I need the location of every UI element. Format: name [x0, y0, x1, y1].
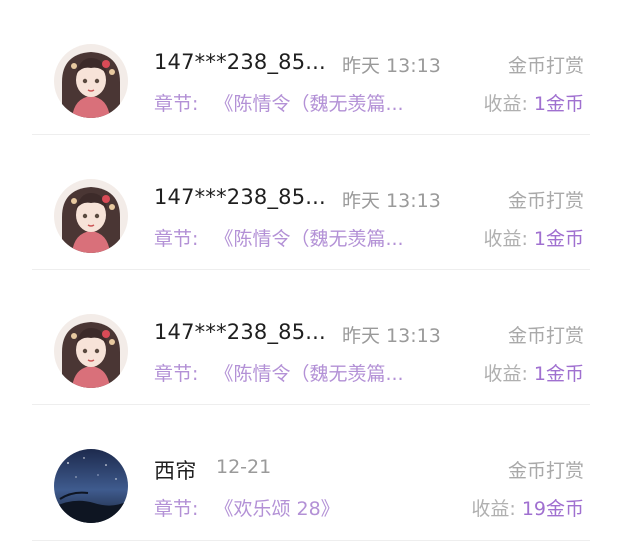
income-label: 收益: [471, 498, 516, 520]
tip-time: 12-21 [216, 456, 272, 478]
tip-record-item[interactable]: 147***238_85... 昨天 13:13 金币打赏 章节: 《陈情令（魏… [0, 0, 640, 135]
income-info: 收益: 19金币 [471, 494, 584, 521]
chapter-title-link[interactable]: 《欢乐颂 28》 [214, 498, 339, 520]
chapter-info[interactable]: 章节: 《陈情令（魏无羡篇... [154, 224, 404, 251]
tip-type-label: 金币打赏 [507, 460, 584, 482]
anime-girl-avatar-icon [54, 314, 128, 388]
tip-time: 昨天 13:13 [342, 325, 441, 347]
tip-record-item[interactable]: 147***238_85... 昨天 13:13 金币打赏 章节: 《陈情令（魏… [0, 270, 640, 405]
tip-time: 昨天 13:13 [342, 190, 441, 212]
anime-girl-avatar-icon [54, 44, 128, 118]
income-info: 收益: 1金币 [483, 89, 584, 116]
income-info: 收益: 1金币 [483, 359, 584, 386]
username: 147***238_85... [154, 185, 326, 209]
chapter-title-link[interactable]: 《陈情令（魏无羡篇... [214, 363, 403, 385]
income-value: 19金币 [521, 498, 584, 520]
user-avatar[interactable] [54, 449, 128, 523]
income-label: 收益: [483, 363, 528, 385]
chapter-label: 章节: [154, 498, 199, 520]
chapter-info[interactable]: 章节: 《陈情令（魏无羡篇... [154, 89, 404, 116]
chapter-label: 章节: [154, 363, 199, 385]
user-avatar[interactable] [54, 314, 128, 388]
chapter-title-link[interactable]: 《陈情令（魏无羡篇... [214, 93, 403, 115]
tip-time: 昨天 13:13 [342, 55, 441, 77]
tip-record-item[interactable]: 147***238_85... 昨天 13:13 金币打赏 章节: 《陈情令（魏… [0, 135, 640, 270]
tip-type-label: 金币打赏 [507, 325, 584, 347]
chapter-info[interactable]: 章节: 《欢乐颂 28》 [154, 494, 340, 521]
user-avatar[interactable] [54, 179, 128, 253]
tip-type-label: 金币打赏 [507, 190, 584, 212]
income-value: 1金币 [533, 363, 584, 385]
income-label: 收益: [483, 93, 528, 115]
tip-record-item[interactable]: 西帘 12-21 金币打赏 章节: 《欢乐颂 28》 收益: 19金币 [0, 405, 640, 549]
divider [32, 540, 590, 541]
tip-type-label: 金币打赏 [507, 55, 584, 77]
user-avatar[interactable] [54, 44, 128, 118]
chapter-label: 章节: [154, 93, 199, 115]
chapter-label: 章节: [154, 228, 199, 250]
username: 西帘 [154, 459, 197, 483]
income-info: 收益: 1金币 [483, 224, 584, 251]
username: 147***238_85... [154, 320, 326, 344]
night-sky-avatar-icon [54, 449, 128, 523]
chapter-title-link[interactable]: 《陈情令（魏无羡篇... [214, 228, 403, 250]
tip-record-list: 147***238_85... 昨天 13:13 金币打赏 章节: 《陈情令（魏… [0, 0, 640, 549]
chapter-info[interactable]: 章节: 《陈情令（魏无羡篇... [154, 359, 404, 386]
income-value: 1金币 [533, 228, 584, 250]
income-label: 收益: [483, 228, 528, 250]
income-value: 1金币 [533, 93, 584, 115]
anime-girl-avatar-icon [54, 179, 128, 253]
username: 147***238_85... [154, 50, 326, 74]
